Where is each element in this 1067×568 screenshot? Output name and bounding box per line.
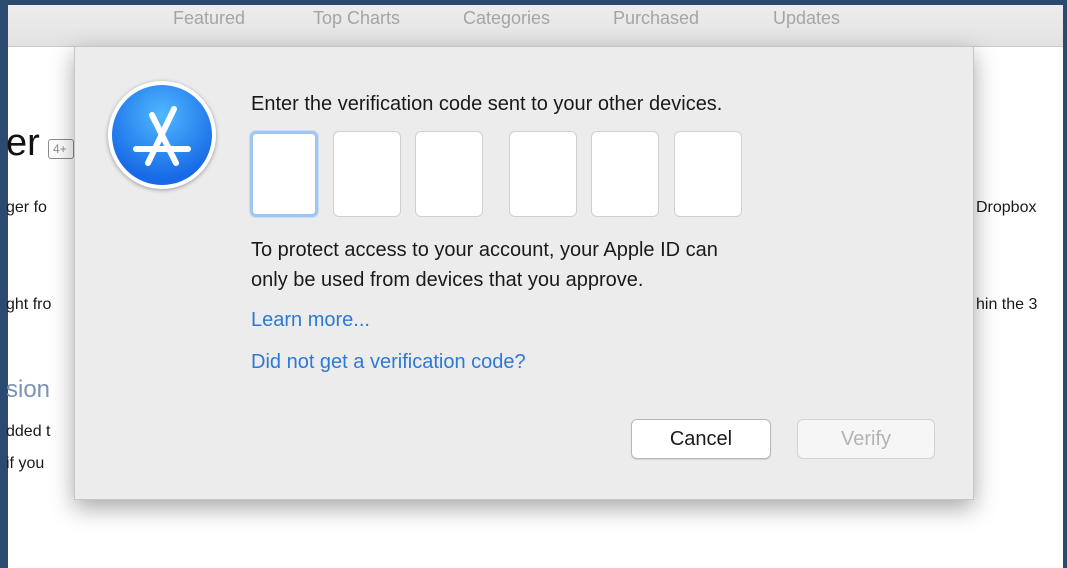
app-store-icon (108, 81, 216, 189)
code-digit-input[interactable] (509, 131, 577, 217)
code-digit-input[interactable] (591, 131, 659, 217)
tab-top-charts[interactable]: Top Charts (313, 8, 463, 29)
background-section-line: dded t (6, 423, 51, 440)
window-frame-left (0, 0, 8, 568)
verification-code-inputs (250, 131, 750, 217)
app-store-toolbar: Featured Top Charts Categories Purchased… (8, 5, 1063, 47)
window-frame-right (1063, 0, 1067, 568)
age-rating-badge: 4+ (48, 139, 74, 159)
cancel-button[interactable]: Cancel (631, 419, 771, 459)
toolbar-tabs: Featured Top Charts Categories Purchased… (173, 8, 840, 29)
verification-dialog: Enter the verification code sent to your… (74, 46, 974, 500)
code-digit-input[interactable] (415, 131, 483, 217)
code-digit-input[interactable] (333, 131, 401, 217)
tab-updates[interactable]: Updates (773, 8, 840, 29)
code-digit-input[interactable] (674, 131, 742, 217)
info-line: only be used from devices that you appro… (251, 269, 644, 291)
no-verification-code-link[interactable]: Did not get a verification code? (251, 351, 526, 374)
background-app-title: er (6, 122, 40, 164)
tab-featured[interactable]: Featured (173, 8, 313, 29)
background-section-heading: sion (6, 376, 51, 403)
background-description-line: hin the 3 (976, 296, 1038, 313)
background-description-line: ger fo (6, 199, 47, 216)
learn-more-link[interactable]: Learn more... (251, 309, 370, 332)
background-section-line: if you (6, 455, 45, 472)
info-line: To protect access to your account, your … (251, 239, 718, 261)
background-description-line: Dropbox (976, 199, 1037, 216)
tab-purchased[interactable]: Purchased (613, 8, 773, 29)
tab-categories[interactable]: Categories (463, 8, 613, 29)
verification-prompt: Enter the verification code sent to your… (251, 93, 723, 115)
verify-button[interactable]: Verify (797, 419, 935, 459)
background-description-line: ght fro (6, 296, 52, 313)
security-info-text: To protect access to your account, your … (251, 235, 951, 295)
code-digit-input[interactable] (250, 131, 318, 217)
